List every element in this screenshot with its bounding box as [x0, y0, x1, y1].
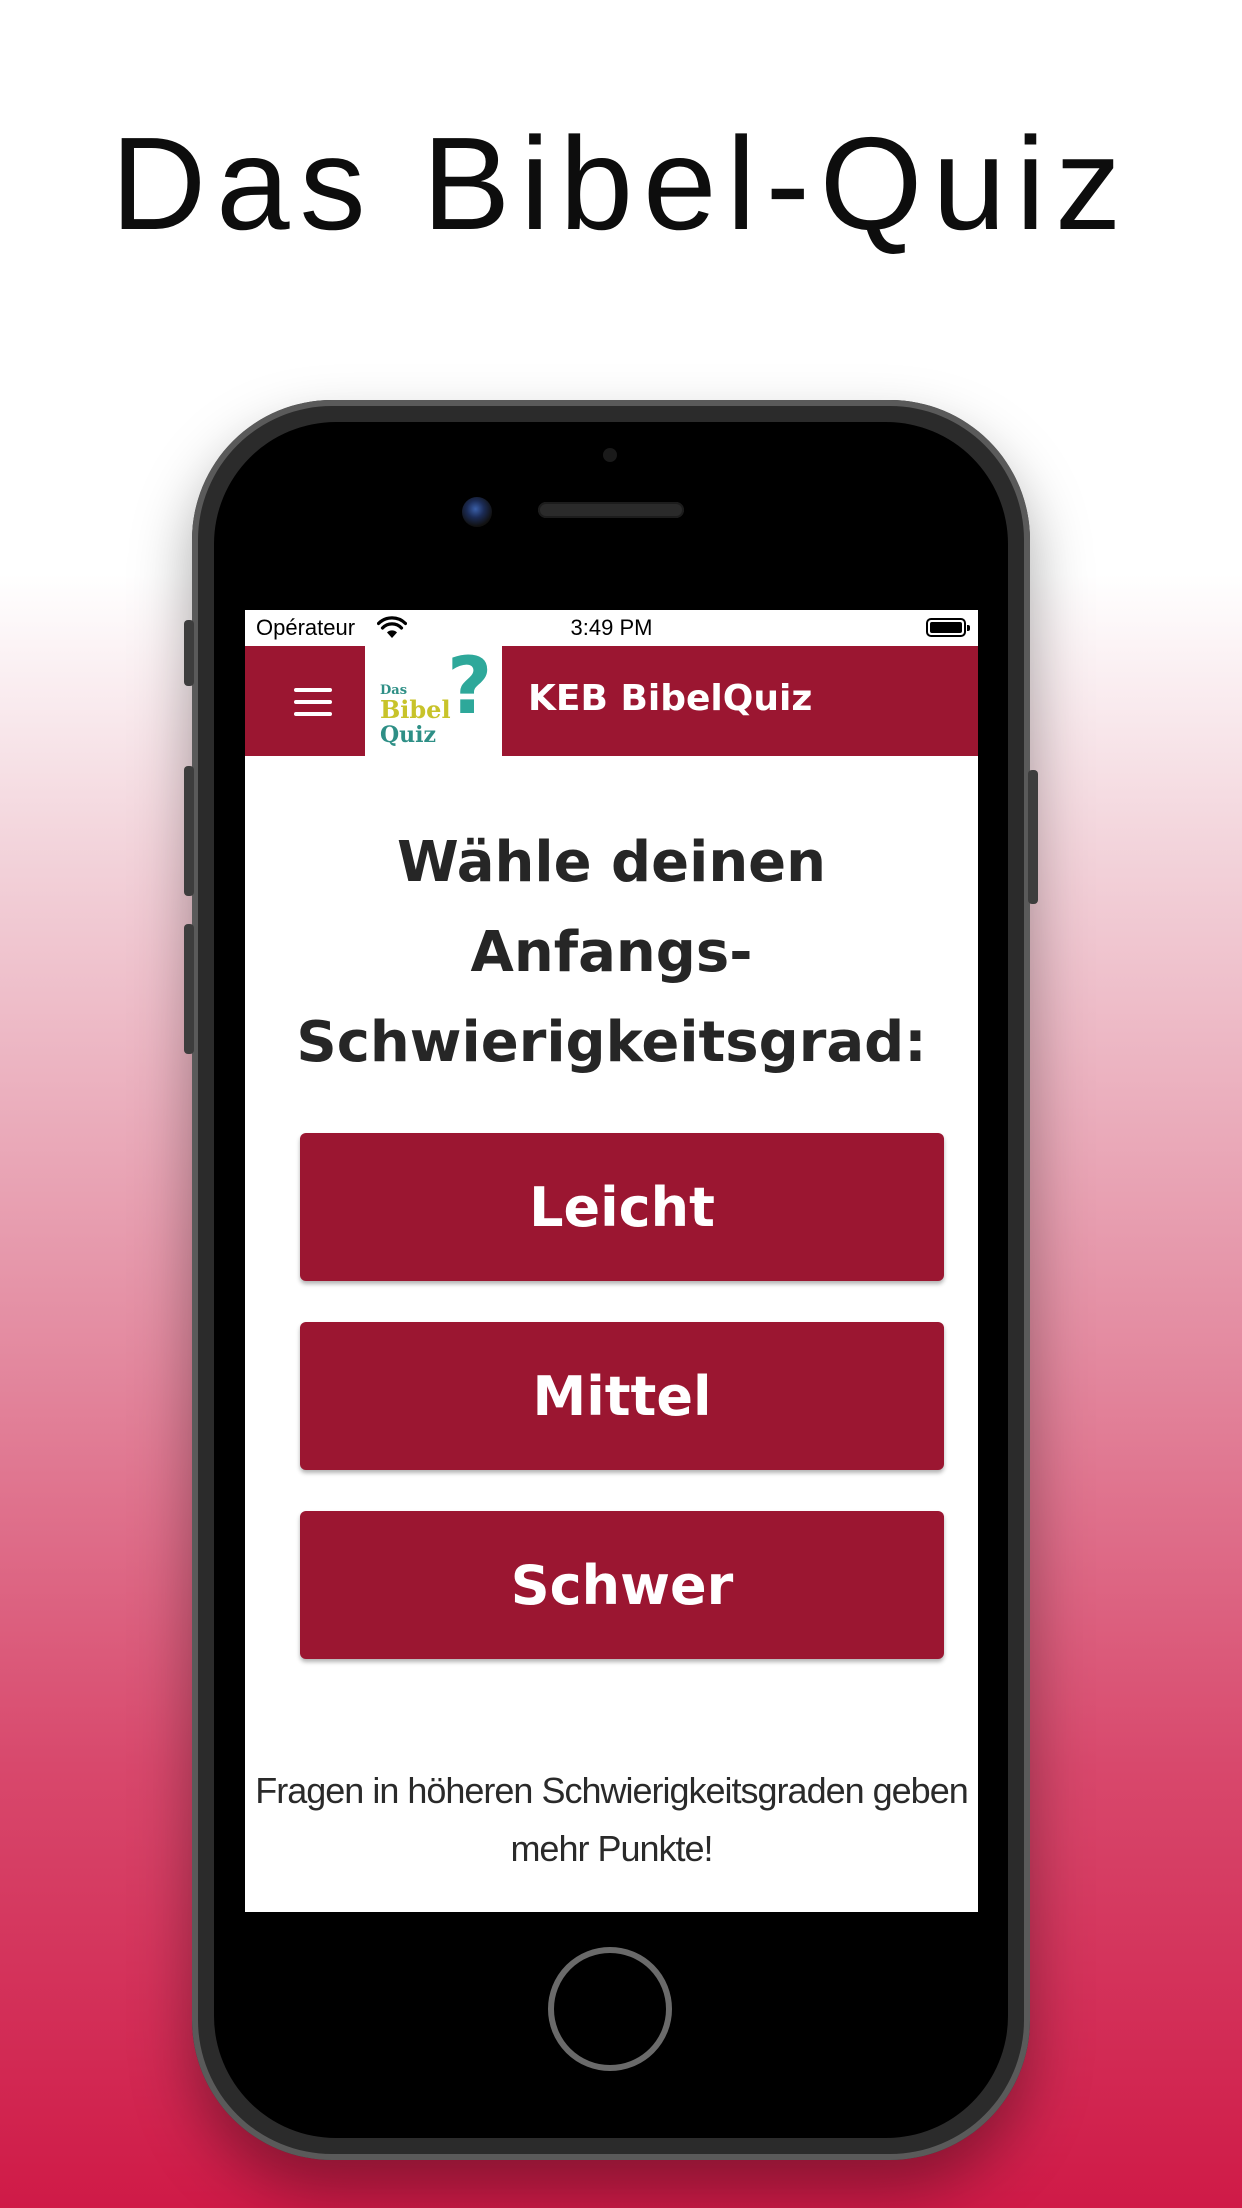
easy-button[interactable]: Leicht — [300, 1133, 944, 1281]
prompt-line-1: Wähle deinen — [396, 830, 827, 895]
front-camera — [462, 497, 492, 527]
battery-icon — [926, 618, 970, 637]
earpiece-speaker — [538, 502, 684, 518]
app-bar: Das Bibel Quiz ? KEB BibelQuiz — [245, 646, 978, 756]
status-bar: Opérateur 3:49 PM — [245, 610, 978, 646]
power-button — [1028, 770, 1038, 904]
difficulty-prompt: Wähle deinen Anfangs- Schwierigkeitsgrad… — [245, 818, 978, 1088]
app-logo: Das Bibel Quiz ? — [365, 646, 502, 756]
phone-screen: Opérateur 3:49 PM Das Bibel Quiz ? KEB B… — [245, 610, 978, 1912]
logo-question-mark: ? — [447, 642, 493, 732]
points-hint-line-1: Fragen in höheren Schwierigkeitsgraden g… — [255, 1770, 969, 1811]
prompt-line-2: Anfangs- — [470, 920, 753, 985]
volume-up-button — [184, 766, 194, 896]
medium-button[interactable]: Mittel — [300, 1322, 944, 1470]
hard-button[interactable]: Schwer — [300, 1511, 944, 1659]
volume-down-button — [184, 924, 194, 1054]
menu-icon[interactable] — [294, 688, 332, 716]
prompt-line-3: Schwierigkeitsgrad: — [296, 1010, 927, 1075]
home-button[interactable] — [548, 1947, 672, 2071]
mute-switch — [184, 620, 194, 686]
app-title: KEB BibelQuiz — [528, 678, 813, 719]
status-clock: 3:49 PM — [570, 615, 653, 640]
points-hint: Fragen in höheren Schwierigkeitsgraden g… — [245, 1762, 978, 1878]
proximity-sensor — [603, 448, 617, 462]
logo-text-bibel: Bibel — [380, 695, 451, 724]
points-hint-line-2: mehr Punkte! — [510, 1828, 713, 1869]
logo-text-quiz: Quiz — [380, 722, 437, 748]
promo-title: Das Bibel-Quiz — [110, 110, 1132, 257]
